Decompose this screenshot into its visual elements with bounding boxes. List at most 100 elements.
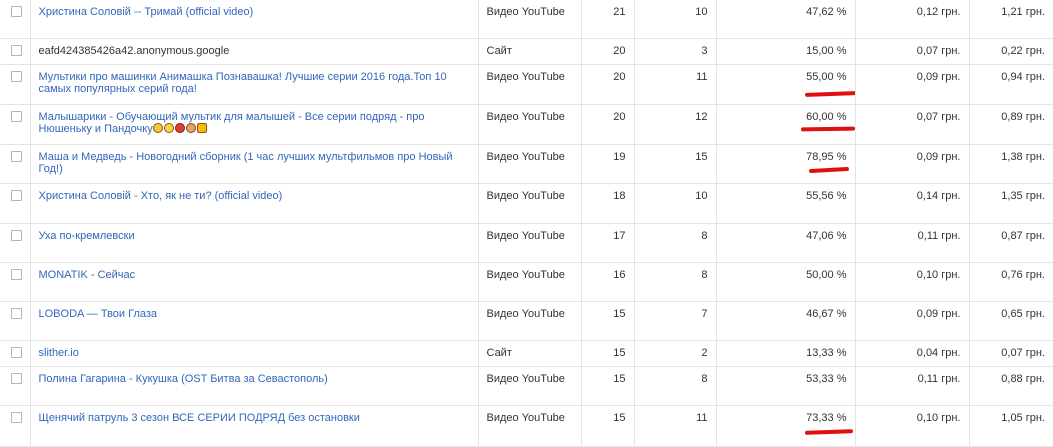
highlight-underline bbox=[804, 90, 854, 97]
placement-type: Видео YouTube bbox=[478, 405, 582, 447]
cost-value: 1,05 грн. bbox=[969, 405, 1053, 447]
avg-cpc-value: 0,10 грн. bbox=[855, 262, 970, 302]
impressions-value: 16 bbox=[581, 262, 635, 302]
avg-cpc-value: 0,09 грн. bbox=[855, 64, 970, 105]
placement-type: Видео YouTube bbox=[478, 183, 582, 224]
clicks-value: 12 bbox=[634, 104, 717, 145]
placement-type: Видео YouTube bbox=[478, 366, 582, 406]
cost-value: 1,35 грн. bbox=[969, 183, 1053, 224]
impressions-value: 15 bbox=[581, 366, 635, 406]
placement-link[interactable]: Полина Гагарина - Кукушка (OST Битва за … bbox=[39, 373, 328, 385]
clicks-value: 15 bbox=[634, 144, 717, 184]
impressions-value: 20 bbox=[581, 38, 635, 65]
placement-link[interactable]: Мультики про машинки Анимашка Познавашка… bbox=[39, 71, 447, 95]
clicks-value: 8 bbox=[634, 262, 717, 302]
row-checkbox[interactable] bbox=[11, 411, 22, 423]
cost-value: 0,76 грн. bbox=[969, 262, 1053, 302]
placement-link[interactable]: eafd424385426a42.anonymous.google bbox=[39, 45, 230, 57]
impressions-value: 21 bbox=[581, 0, 635, 39]
highlight-underline bbox=[808, 166, 849, 173]
row-checkbox[interactable] bbox=[11, 189, 22, 201]
impressions-value: 15 bbox=[581, 301, 635, 341]
table-row: slither.io Сайт 15 2 13,33 % 0,04 грн. 0… bbox=[0, 340, 1053, 367]
placement-type: Видео YouTube bbox=[478, 0, 582, 39]
placement-type: Сайт bbox=[478, 340, 582, 367]
placement-type: Видео YouTube bbox=[478, 262, 582, 302]
table-row: Мультики про машинки Анимашка Познавашка… bbox=[0, 64, 1053, 105]
avg-cpc-value: 0,07 грн. bbox=[855, 38, 970, 65]
table-row: LOBODA — Твои Глаза Видео YouTube 15 7 4… bbox=[0, 301, 1053, 341]
table-row: Маша и Медведь - Новогодний сборник (1 ч… bbox=[0, 144, 1053, 184]
clicks-value: 10 bbox=[634, 0, 717, 39]
smiling-face-icon bbox=[163, 122, 174, 133]
impressions-value: 18 bbox=[581, 183, 635, 224]
placement-link[interactable]: Уха по-кремлевски bbox=[39, 230, 135, 242]
row-checkbox[interactable] bbox=[11, 6, 22, 17]
row-checkbox[interactable] bbox=[11, 110, 22, 122]
clicks-value: 11 bbox=[634, 405, 717, 447]
highlight-underline bbox=[804, 428, 853, 435]
cost-value: 0,89 грн. bbox=[969, 104, 1053, 145]
impressions-value: 20 bbox=[581, 64, 635, 105]
grinning-face-icon bbox=[152, 122, 163, 133]
avg-cpc-value: 0,11 грн. bbox=[855, 366, 970, 406]
impressions-value: 20 bbox=[581, 104, 635, 145]
placement-type: Видео YouTube bbox=[478, 223, 582, 263]
cost-value: 0,94 грн. bbox=[969, 64, 1053, 105]
ctr-value: 55,00 % bbox=[806, 70, 847, 83]
cost-value: 1,38 грн. bbox=[969, 144, 1053, 184]
row-checkbox[interactable] bbox=[11, 346, 22, 358]
placement-link[interactable]: Маша и Медведь - Новогодний сборник (1 ч… bbox=[39, 151, 453, 175]
clicks-value: 3 bbox=[634, 38, 717, 65]
impressions-value: 15 bbox=[581, 340, 635, 367]
placement-link[interactable]: Христина Соловій -- Тримай (official vid… bbox=[39, 6, 254, 18]
table-row: Малышарики - Обучающий мультик для малыш… bbox=[0, 104, 1053, 145]
cost-value: 0,07 грн. bbox=[969, 340, 1053, 367]
row-checkbox[interactable] bbox=[11, 307, 22, 319]
ctr-value: 78,95 % bbox=[806, 150, 847, 163]
princess-face-icon bbox=[185, 122, 196, 133]
avg-cpc-value: 0,09 грн. bbox=[855, 144, 970, 184]
red-mouth-icon bbox=[174, 122, 185, 133]
placement-link[interactable]: slither.io bbox=[39, 347, 79, 359]
clicks-value: 8 bbox=[634, 366, 717, 406]
placement-link[interactable]: Малышарики - Обучающий мультик для малыш… bbox=[39, 111, 425, 135]
placement-link[interactable]: Христина Соловій - Хто, як не ти? (offic… bbox=[39, 190, 283, 202]
clicks-value: 11 bbox=[634, 64, 717, 105]
row-checkbox[interactable] bbox=[11, 229, 22, 241]
placement-type: Видео YouTube bbox=[478, 301, 582, 341]
yellow-square-icon bbox=[196, 122, 207, 133]
clicks-value: 8 bbox=[634, 223, 717, 263]
ctr-value: 13,33 % bbox=[716, 340, 856, 367]
placement-link[interactable]: Щенячий патруль 3 сезон ВСЕ СЕРИИ ПОДРЯД… bbox=[39, 412, 360, 424]
placement-type: Видео YouTube bbox=[478, 104, 582, 145]
table-row: MONATIK - Сейчас Видео YouTube 16 8 50,0… bbox=[0, 262, 1053, 302]
cost-value: 0,22 грн. bbox=[969, 38, 1053, 65]
clicks-value: 7 bbox=[634, 301, 717, 341]
highlight-underline bbox=[800, 126, 854, 131]
table-row: Христина Соловій -- Тримай (official vid… bbox=[0, 0, 1053, 39]
placements-table: Христина Соловій -- Тримай (official vid… bbox=[0, 0, 1053, 447]
cost-value: 0,65 грн. bbox=[969, 301, 1053, 341]
avg-cpc-value: 0,10 грн. bbox=[855, 405, 970, 447]
avg-cpc-value: 0,07 грн. bbox=[855, 104, 970, 145]
ctr-value: 47,62 % bbox=[716, 0, 856, 39]
avg-cpc-value: 0,14 грн. bbox=[855, 183, 970, 224]
avg-cpc-value: 0,09 грн. bbox=[855, 301, 970, 341]
ctr-value: 46,67 % bbox=[716, 301, 856, 341]
impressions-value: 15 bbox=[581, 405, 635, 447]
avg-cpc-value: 0,11 грн. bbox=[855, 223, 970, 263]
row-checkbox[interactable] bbox=[11, 44, 22, 56]
ctr-value: 73,33 % bbox=[806, 411, 847, 424]
row-checkbox[interactable] bbox=[11, 150, 22, 162]
placement-link[interactable]: MONATIK - Сейчас bbox=[39, 269, 136, 281]
row-checkbox[interactable] bbox=[11, 70, 22, 82]
ctr-value: 15,00 % bbox=[716, 38, 856, 65]
placement-link[interactable]: LOBODA — Твои Глаза bbox=[39, 308, 158, 320]
cost-value: 0,88 грн. bbox=[969, 366, 1053, 406]
row-checkbox[interactable] bbox=[11, 268, 22, 280]
row-checkbox[interactable] bbox=[11, 372, 22, 384]
table-row: Христина Соловій - Хто, як не ти? (offic… bbox=[0, 183, 1053, 224]
cost-value: 1,21 грн. bbox=[969, 0, 1053, 39]
table-row: Уха по-кремлевски Видео YouTube 17 8 47,… bbox=[0, 223, 1053, 263]
